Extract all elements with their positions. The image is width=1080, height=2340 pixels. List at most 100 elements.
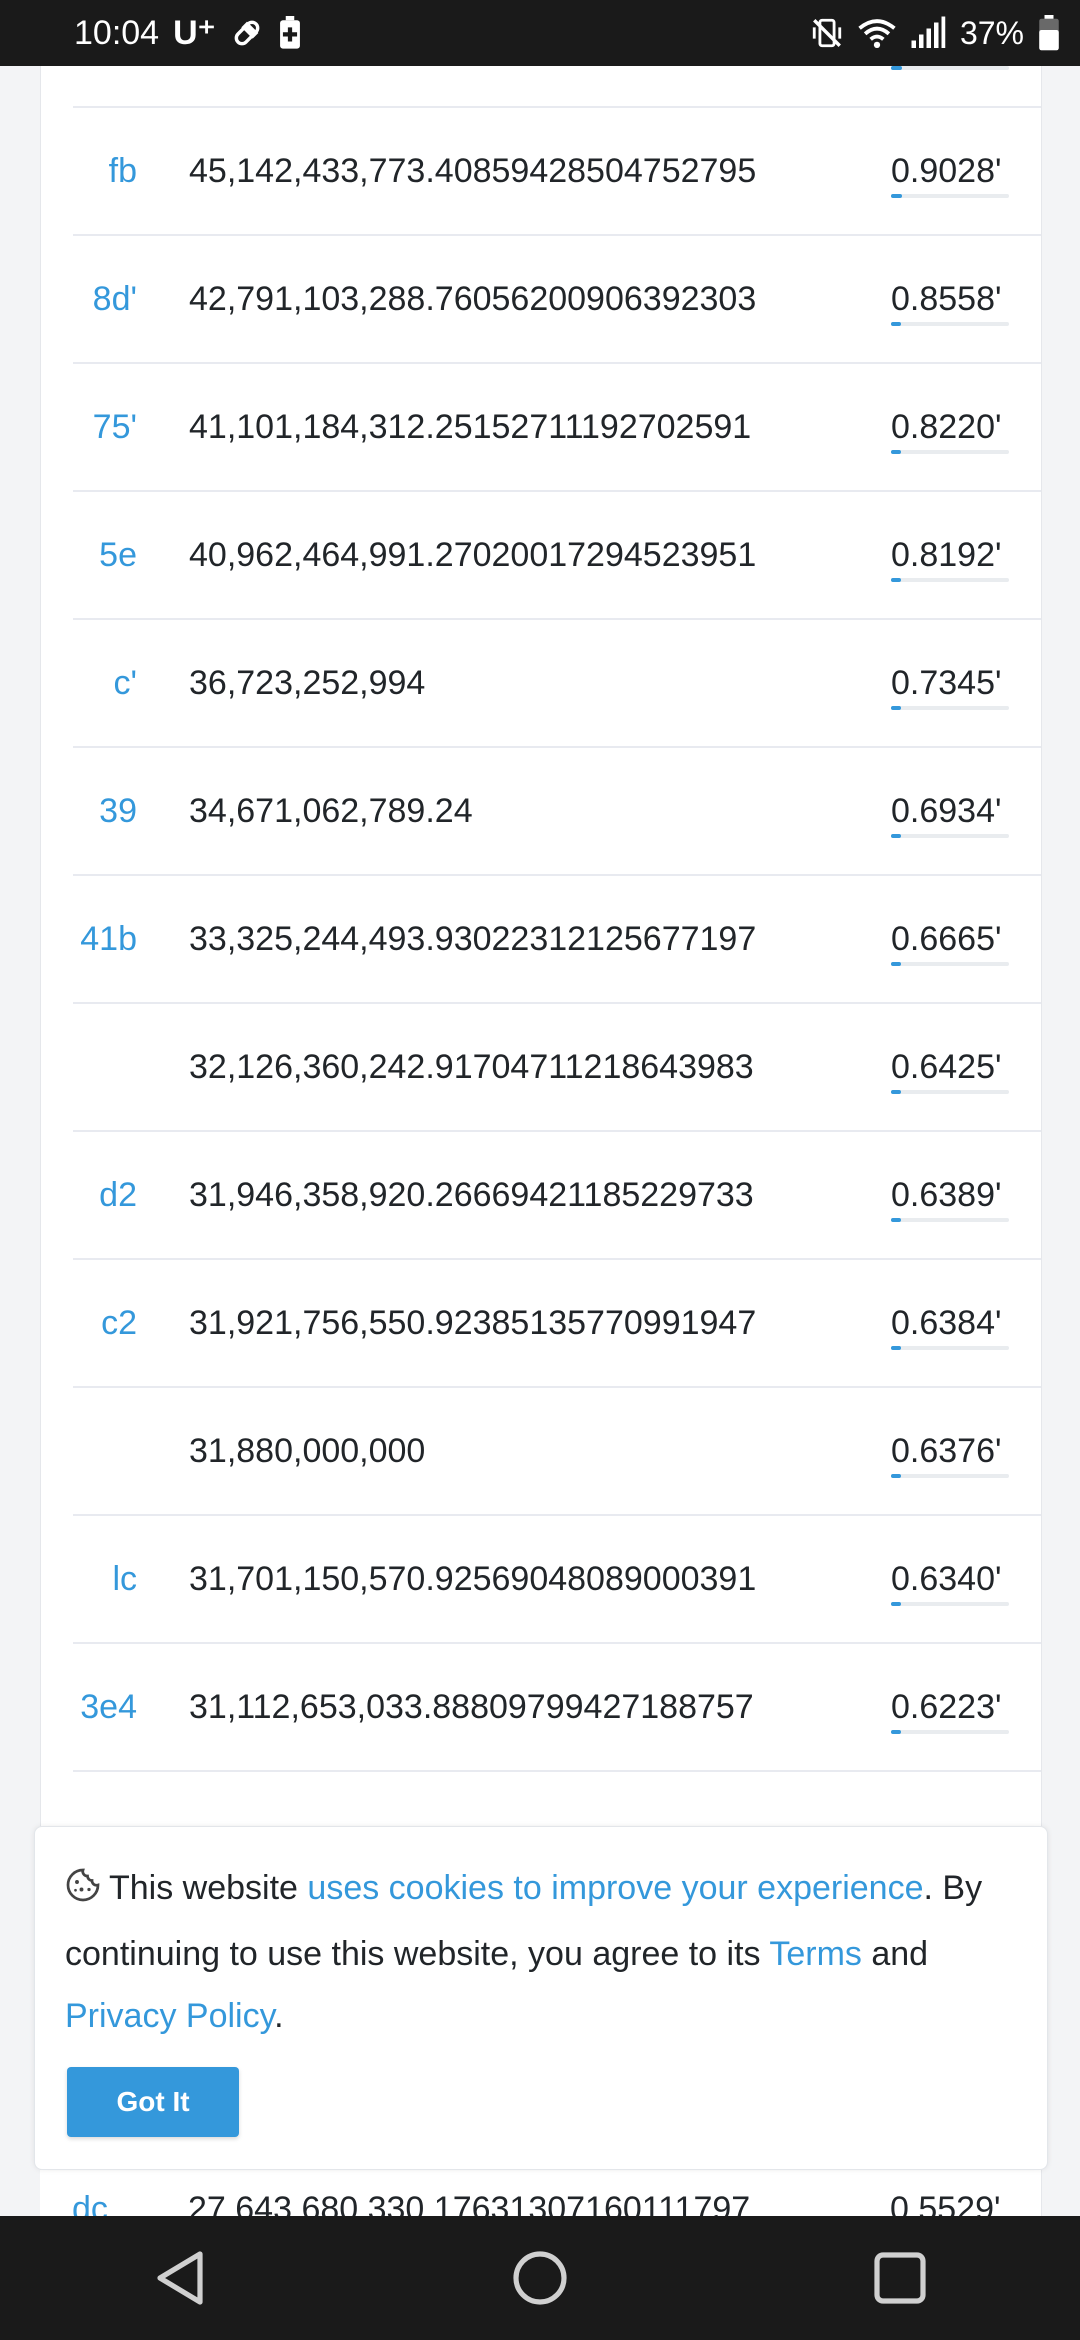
row-hash-link[interactable]: d2 bbox=[73, 1132, 137, 1258]
cookie-icon bbox=[65, 1861, 101, 1923]
table-row: fb 45,142,433,773.40859428504752795 0.9028… bbox=[73, 108, 1041, 236]
wifi-icon bbox=[858, 16, 896, 50]
vibrate-mute-icon bbox=[810, 16, 844, 50]
got-it-button[interactable]: Got It bbox=[67, 2067, 239, 2137]
row-amount: 40,962,464,991.27020017294523951 bbox=[189, 536, 757, 574]
table-row: 41b 33,325,244,493.93022312125677197 0.666… bbox=[73, 876, 1041, 1004]
battery-percent: 37% bbox=[959, 14, 1024, 51]
row-hash-link[interactable]: lc bbox=[73, 1516, 137, 1642]
row-percent-cell: 0.6376' bbox=[891, 1388, 1041, 1514]
row-percent-bar-fill bbox=[891, 1730, 901, 1734]
table-row: lc 31,701,150,570.92569048089000391 0.6340… bbox=[73, 1516, 1041, 1644]
row-amount: 45,502,110,137.78521500987187909 bbox=[189, 66, 754, 106]
row-amount: 31,112,653,033.88809799427188757 bbox=[189, 1688, 754, 1726]
row-percent: 0.6665' bbox=[891, 920, 1002, 958]
row-percent-bar bbox=[891, 1474, 1009, 1478]
status-bar: 10:04 U⁺ 37% bbox=[0, 0, 1080, 66]
row-hash-link[interactable]: 41b bbox=[73, 876, 137, 1002]
table-row: 31,880,000,000 0.6376' bbox=[73, 1388, 1041, 1516]
row-percent-cell: 0.9100' bbox=[891, 66, 1041, 106]
row-percent-bar bbox=[891, 66, 1009, 70]
row-percent-bar bbox=[891, 1090, 1009, 1094]
cookie-banner: This website uses cookies to improve you… bbox=[34, 1826, 1048, 2170]
row-percent-bar bbox=[891, 1346, 1009, 1350]
row-hash-link[interactable] bbox=[73, 1388, 137, 1514]
row-percent: 0.6389' bbox=[891, 1176, 1002, 1214]
row-hash-link[interactable]: 'c bbox=[73, 620, 138, 746]
row-percent-cell: 0.6223' bbox=[891, 1644, 1041, 1770]
table-row: '75 41,101,184,312.25152711192702591 0.822… bbox=[73, 364, 1041, 492]
cookie-policy-link[interactable]: uses cookies to improve your experience bbox=[307, 1869, 923, 1907]
row-percent-bar bbox=[891, 1602, 1009, 1606]
row-hash-link[interactable]: '7 bbox=[73, 66, 137, 106]
row-percent-bar-fill bbox=[891, 1090, 901, 1094]
table-row: d2 31,946,358,920.26669421185229733 0.6389… bbox=[73, 1132, 1041, 1260]
row-hash-link[interactable]: 5e bbox=[73, 492, 137, 618]
row-percent: 0.5529' bbox=[890, 2190, 1001, 2216]
row-percent-bar-fill bbox=[891, 1602, 901, 1606]
row-percent-bar-fill bbox=[891, 962, 901, 966]
row-hash-link[interactable]: dc bbox=[72, 2190, 108, 2216]
row-percent-bar-fill bbox=[891, 66, 902, 70]
recents-button[interactable] bbox=[860, 2238, 940, 2318]
cookie-text-3: and bbox=[861, 1935, 929, 1973]
row-percent-bar-fill bbox=[891, 578, 901, 582]
row-percent: 0.6340' bbox=[891, 1560, 1002, 1598]
row-hash-link[interactable]: 39 bbox=[73, 748, 137, 874]
row-hash-link[interactable]: fb bbox=[73, 108, 137, 234]
home-circle-icon bbox=[513, 2251, 567, 2305]
row-percent-bar-fill bbox=[891, 450, 901, 454]
row-amount: 36,723,252,994 bbox=[189, 664, 426, 702]
terms-link[interactable]: Terms bbox=[769, 1935, 862, 1973]
row-hash-link[interactable]: c2 bbox=[73, 1260, 137, 1386]
back-button[interactable] bbox=[140, 2238, 220, 2318]
row-percent: 0.8558' bbox=[891, 280, 1002, 318]
row-percent-bar bbox=[891, 322, 1009, 326]
row-hash-link[interactable] bbox=[73, 1004, 137, 1130]
table-row: 5e 40,962,464,991.27020017294523951 0.8192… bbox=[73, 492, 1041, 620]
row-percent-bar bbox=[891, 706, 1009, 710]
row-amount: 32,126,360,242.91704711218643983 bbox=[189, 1048, 754, 1086]
row-amount: 31,946,358,920.26669421185229733 bbox=[189, 1176, 754, 1214]
row-amount: 31,880,000,000 bbox=[189, 1432, 426, 1470]
row-percent-bar bbox=[891, 450, 1009, 454]
table-row: c2 31,921,756,550.92385135770991947 0.6384… bbox=[73, 1260, 1041, 1388]
table-row: 'c 36,723,252,994 0.7345' bbox=[73, 620, 1041, 748]
cookie-text-1: This website bbox=[109, 1869, 308, 1907]
row-percent-bar-fill bbox=[891, 1346, 901, 1350]
row-percent: 0.6223' bbox=[891, 1688, 1002, 1726]
table-row: 39 34,671,062,789.24 0.6934' bbox=[73, 748, 1041, 876]
home-button[interactable] bbox=[500, 2238, 580, 2318]
navigation-bar bbox=[0, 2216, 1080, 2340]
row-percent-cell: 0.8220' bbox=[891, 364, 1041, 490]
row-percent-cell: 0.6665' bbox=[891, 876, 1041, 1002]
row-percent-cell: 0.6389' bbox=[891, 1132, 1041, 1258]
holders-table: '7 45,502,110,137.78521500987187909 0.9100… bbox=[73, 66, 1041, 1772]
row-percent-cell: 0.8192' bbox=[891, 492, 1041, 618]
row-hash-link[interactable]: '8d bbox=[73, 236, 137, 362]
row-percent-bar-fill bbox=[891, 1218, 901, 1222]
row-hash-link[interactable]: '75 bbox=[73, 364, 137, 490]
back-triangle-icon bbox=[157, 2251, 203, 2305]
row-percent: 0.9028' bbox=[891, 152, 1002, 190]
row-percent-bar bbox=[891, 194, 1009, 198]
row-percent-bar bbox=[891, 578, 1009, 582]
battery-icon bbox=[1038, 15, 1060, 51]
battery-saver-icon bbox=[278, 16, 302, 50]
row-percent: 0.6376' bbox=[891, 1432, 1002, 1470]
row-percent-cell: 0.6384' bbox=[891, 1260, 1041, 1386]
row-percent-bar bbox=[891, 834, 1009, 838]
row-percent-bar bbox=[891, 962, 1009, 966]
row-hash-link[interactable]: 3e4 bbox=[73, 1644, 137, 1770]
row-percent-cell: 0.9028' bbox=[891, 108, 1041, 234]
row-percent-bar bbox=[891, 1730, 1009, 1734]
recents-square-icon bbox=[874, 2252, 926, 2304]
row-percent-bar-fill bbox=[891, 706, 901, 710]
row-amount: 31,701,150,570.92569048089000391 bbox=[189, 1560, 757, 1598]
row-amount: 34,671,062,789.24 bbox=[189, 792, 473, 830]
row-amount: 41,101,184,312.25152711192702591 bbox=[189, 408, 752, 446]
row-percent: 0.7345' bbox=[891, 664, 1002, 702]
table-row: '7 45,502,110,137.78521500987187909 0.9100… bbox=[73, 66, 1041, 108]
signal-icon bbox=[910, 16, 946, 50]
privacy-policy-link[interactable]: Privacy Policy bbox=[65, 1997, 274, 2035]
